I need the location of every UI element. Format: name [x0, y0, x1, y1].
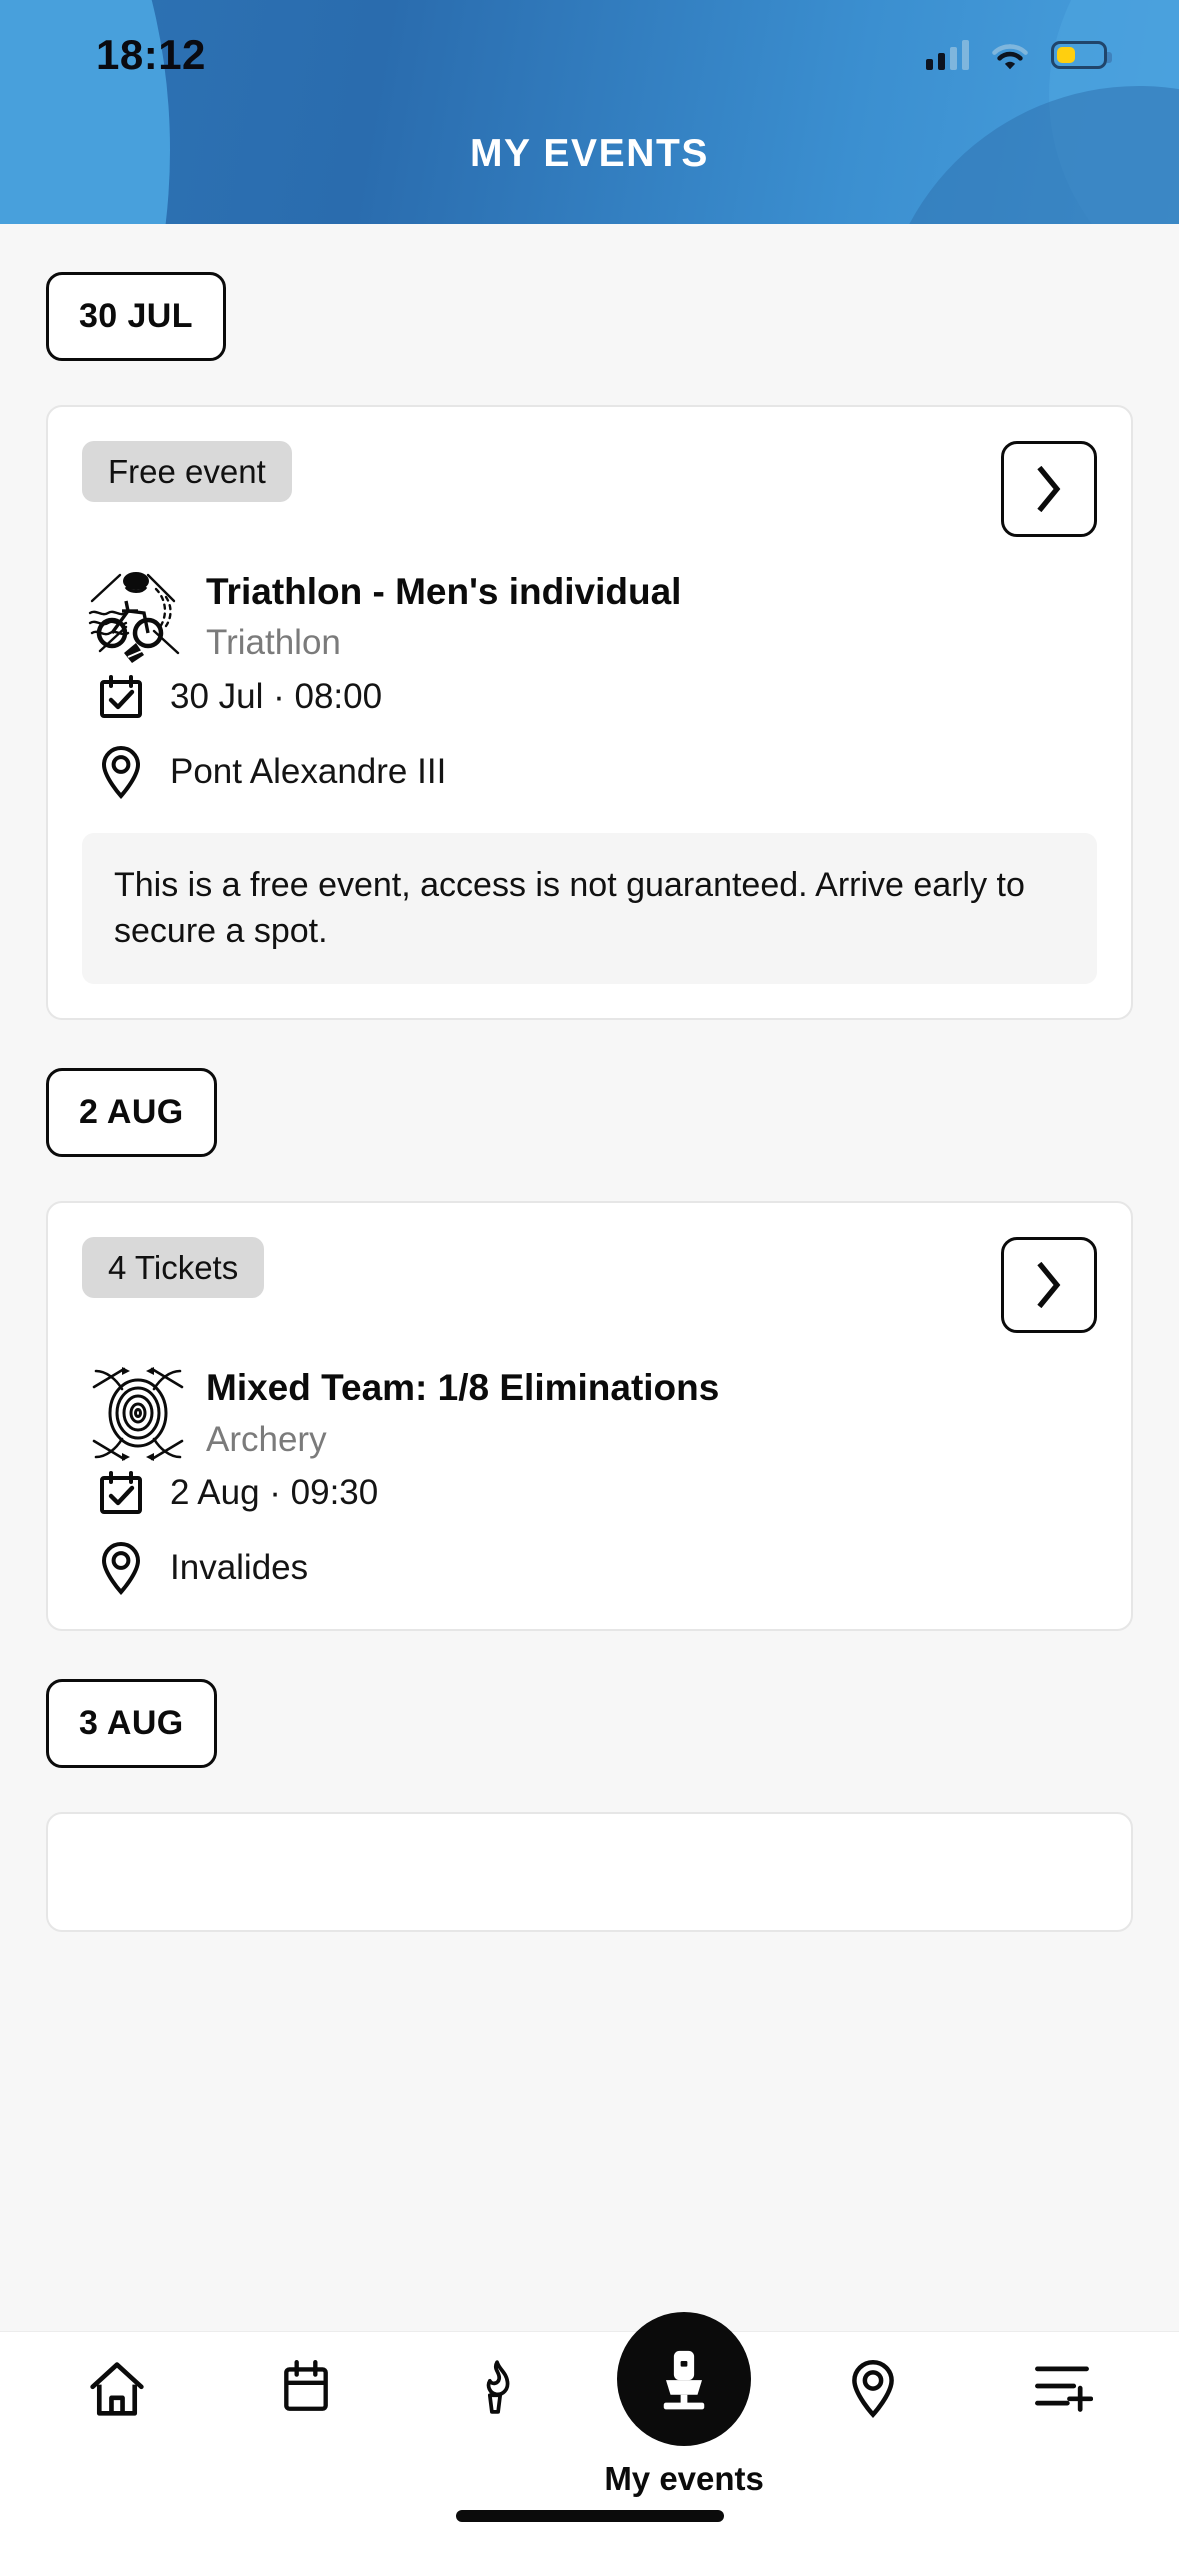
event-detail-button[interactable] [1001, 1237, 1097, 1334]
home-icon [86, 2358, 148, 2420]
date-chip[interactable]: 30 JUL [46, 272, 226, 361]
torch-icon [466, 2358, 524, 2416]
tab-my-events-label: My events [604, 2460, 764, 2497]
event-datetime: 30 Jul · 08:00 [170, 677, 383, 716]
my-events-active-pill [617, 2312, 752, 2446]
event-sport: Archery [206, 1419, 327, 1459]
app-header: 18:12 MY EVENTS [0, 0, 1179, 224]
ticket-count-badge: 4 Tickets [82, 1237, 265, 1299]
menu-plus-icon [1031, 2358, 1094, 2414]
event-datetime-row: 2 Aug · 09:30 [82, 1469, 1097, 1517]
event-datetime: 2 Aug · 09:30 [170, 1473, 379, 1513]
page-title: MY EVENTS [469, 132, 710, 175]
events-section: 2 AUG 4 Tickets Mixed Team: 1/8 Eliminat… [0, 1020, 1179, 1632]
event-venue-row: Pont Alexandre III [82, 745, 1097, 799]
tab-my-events[interactable]: My events [590, 2312, 779, 2498]
app-screen: 18:12 MY EVENTS 30 JUL Free event Triath… [0, 0, 1179, 2556]
calendar-check-icon [82, 1469, 160, 1517]
event-notice: This is a free event, access is not guar… [82, 833, 1097, 985]
status-bar-indicators [926, 40, 1112, 70]
status-bar-time: 18:12 [96, 31, 206, 78]
home-indicator [455, 2510, 724, 2522]
event-venue-row: Invalides [82, 1541, 1097, 1596]
date-chip[interactable]: 2 AUG [46, 1068, 217, 1158]
bottom-navigation: My events [0, 2312, 1179, 2556]
chevron-right-icon [1034, 1262, 1064, 1309]
chevron-right-icon [1034, 466, 1064, 512]
event-detail-button[interactable] [1001, 441, 1097, 537]
event-venue: Invalides [170, 1548, 309, 1588]
event-text-block: Triathlon - Men's individual Triathlon [206, 557, 681, 663]
event-identity: Triathlon - Men's individual Triathlon [82, 557, 1097, 669]
event-card[interactable]: Free event Triathlon - Men's individual … [46, 405, 1133, 1021]
battery-low-icon [1051, 41, 1112, 69]
date-chip[interactable]: 3 AUG [46, 1679, 217, 1769]
tab-more[interactable] [968, 2332, 1157, 2414]
tab-home[interactable] [22, 2332, 211, 2420]
location-pin-icon [82, 745, 160, 799]
event-card-header: 4 Tickets [82, 1237, 1097, 1334]
calendar-check-icon [82, 673, 160, 721]
event-card[interactable] [46, 1812, 1133, 1933]
event-identity: Mixed Team: 1/8 Eliminations Archery [82, 1353, 1097, 1465]
status-bar: 18:12 [0, 0, 1179, 110]
event-sport: Triathlon [206, 623, 341, 663]
my-events-icon [648, 2343, 720, 2415]
event-card-header: Free event [82, 441, 1097, 537]
wifi-icon [991, 40, 1029, 70]
event-datetime-row: 30 Jul · 08:00 [82, 673, 1097, 721]
event-text-block: Mixed Team: 1/8 Eliminations Archery [206, 1353, 719, 1459]
event-title: Mixed Team: 1/8 Eliminations [206, 1367, 720, 1409]
event-card[interactable]: 4 Tickets Mixed Team: 1/8 Eliminations A… [46, 1201, 1133, 1632]
archery-target-icon [82, 1353, 194, 1465]
event-title: Triathlon - Men's individual [206, 571, 682, 612]
triathlon-pictogram-icon [82, 557, 194, 669]
cellular-signal-icon [926, 40, 969, 70]
tab-torch[interactable] [400, 2332, 589, 2416]
location-pin-icon [844, 2358, 902, 2420]
calendar-icon [277, 2358, 335, 2416]
event-venue: Pont Alexandre III [170, 752, 447, 791]
tab-calendar[interactable] [211, 2332, 400, 2416]
events-list[interactable]: 30 JUL Free event Triathlon - Men's indi… [0, 224, 1179, 2331]
location-pin-icon [82, 1541, 160, 1596]
events-section: 30 JUL Free event Triathlon - Men's indi… [0, 224, 1179, 1021]
events-section: 3 AUG [0, 1631, 1179, 1933]
tab-map[interactable] [779, 2332, 968, 2420]
status-badge: Free event [82, 441, 292, 502]
